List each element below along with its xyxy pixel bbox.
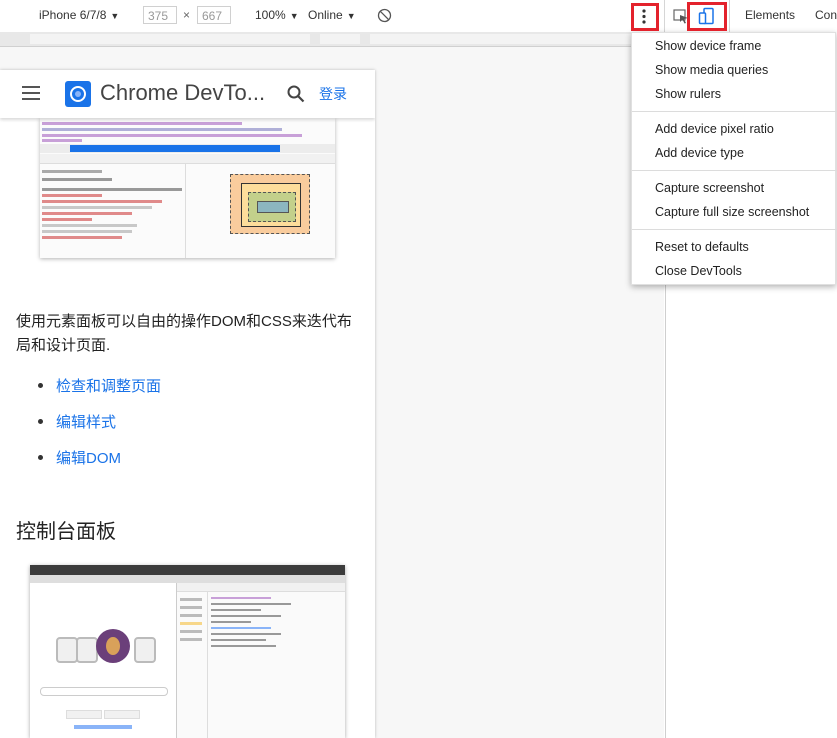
width-input[interactable]: 375: [143, 6, 177, 24]
chevron-down-icon: ▼: [289, 11, 299, 21]
highlight-device-toolbar: [687, 2, 727, 31]
section-heading: 控制台面板: [16, 521, 116, 543]
menu-separator: [632, 170, 837, 171]
dimension-separator: ×: [183, 8, 191, 22]
bullet: [38, 455, 43, 460]
site-title[interactable]: Chrome DevTo...: [100, 80, 265, 106]
menu-item-capture-screenshot[interactable]: Capture screenshot: [655, 181, 764, 195]
toolbar-divider: [729, 0, 730, 32]
menu-separator: [632, 229, 837, 230]
menu-item-add-device-type[interactable]: Add device type: [655, 146, 744, 160]
menu-separator: [632, 111, 837, 112]
network-throttle-select[interactable]: Online ▼: [308, 8, 356, 22]
devtools-logo-icon: [65, 81, 91, 107]
elements-panel-screenshot: [40, 118, 335, 258]
console-panel-screenshot: [30, 565, 345, 738]
tab-elements[interactable]: Elements: [745, 8, 795, 22]
media-query-ruler: [0, 32, 664, 47]
ruler-segment: [320, 34, 360, 44]
intro-paragraph: 使用元素面板可以自由的操作DOM和CSS来迭代布局和设计页面.: [16, 313, 352, 354]
device-name: iPhone 6/7/8: [39, 8, 107, 22]
menu-item-add-device-pixel-ratio[interactable]: Add device pixel ratio: [655, 122, 774, 136]
emulated-page[interactable]: Chrome DevTo... 登录 使用元素面板可以自由的操作DOM和CSS来…: [0, 70, 375, 738]
rotate-icon[interactable]: [377, 8, 392, 23]
menu-item-close-devtools[interactable]: Close DevTools: [655, 264, 742, 278]
menu-item-reset-to-defaults[interactable]: Reset to defaults: [655, 240, 749, 254]
device-options-menu: Show device frame Show media queries Sho…: [631, 32, 837, 285]
link-inspect-page[interactable]: 检查和调整页面: [56, 375, 161, 396]
chevron-down-icon: ▼: [346, 11, 356, 21]
height-input[interactable]: 667: [197, 6, 231, 24]
link-edit-styles[interactable]: 编辑样式: [56, 411, 116, 432]
zoom-value: 100%: [255, 8, 286, 22]
menu-item-show-rulers[interactable]: Show rulers: [655, 87, 721, 101]
menu-item-show-device-frame[interactable]: Show device frame: [655, 39, 761, 53]
ruler-segment: [370, 34, 650, 44]
search-icon[interactable]: [286, 84, 306, 104]
menu-item-capture-full-size-screenshot[interactable]: Capture full size screenshot: [655, 205, 809, 219]
menu-icon[interactable]: [22, 86, 40, 100]
ruler-segment: [30, 34, 310, 44]
app-bar: Chrome DevTo... 登录: [0, 70, 375, 118]
device-select[interactable]: iPhone 6/7/8 ▼: [39, 8, 119, 22]
highlight-more-button: [631, 3, 659, 31]
menu-item-show-media-queries[interactable]: Show media queries: [655, 63, 768, 77]
bullet: [38, 419, 43, 424]
toolbar-divider: [664, 0, 665, 32]
chevron-down-icon: ▼: [110, 11, 120, 21]
link-edit-dom[interactable]: 编辑DOM: [56, 447, 121, 468]
tab-console[interactable]: Con: [815, 8, 837, 22]
network-value: Online: [308, 8, 343, 22]
zoom-select[interactable]: 100% ▼: [255, 8, 299, 22]
bullet: [38, 383, 43, 388]
login-link[interactable]: 登录: [319, 84, 347, 104]
